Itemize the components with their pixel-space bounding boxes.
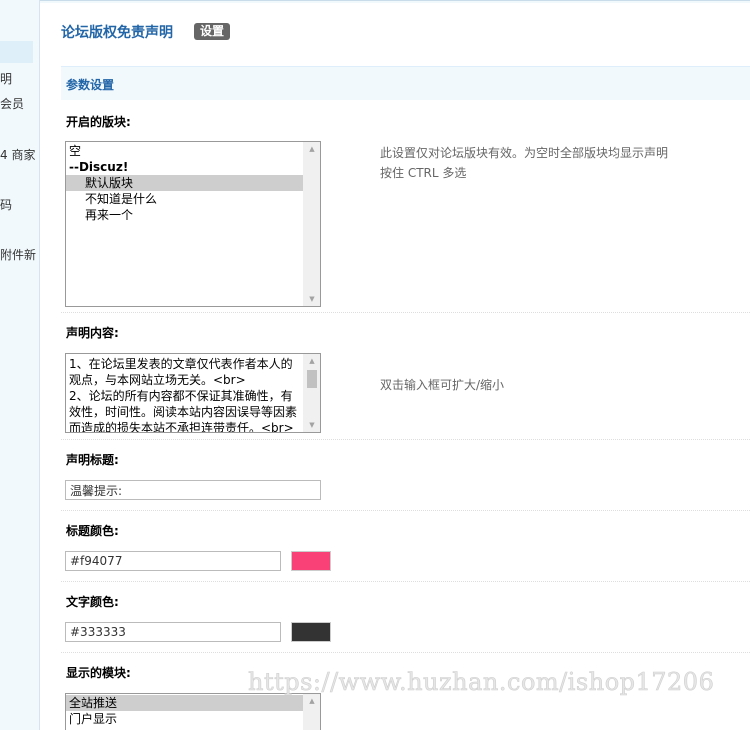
section-header: 参数设置 bbox=[61, 66, 750, 100]
scroll-down-icon[interactable]: ▼ bbox=[304, 292, 320, 306]
scroll-up-icon[interactable]: ▲ bbox=[304, 142, 320, 156]
content-text: 1、在论坛里发表的文章仅代表作者本人的观点，与本网站立场无关。<br> 2、论坛… bbox=[69, 357, 298, 433]
row-divider bbox=[61, 439, 750, 440]
forum-option[interactable]: --Discuz! bbox=[66, 159, 303, 175]
row-divider bbox=[61, 510, 750, 511]
text-color-swatch[interactable] bbox=[291, 622, 331, 642]
section-title: 参数设置 bbox=[66, 78, 115, 92]
sidebar-item-5[interactable]: 附件新 bbox=[0, 246, 40, 263]
forums-scrollbar[interactable]: ▲ ▼ bbox=[303, 142, 320, 306]
sidebar-active-highlight bbox=[0, 41, 33, 63]
forums-hint-line2: 按住 CTRL 多选 bbox=[380, 166, 467, 180]
sidebar-item-2[interactable]: 会员 bbox=[0, 95, 40, 112]
title-input[interactable] bbox=[65, 480, 321, 500]
top-border bbox=[40, 0, 750, 3]
forum-option[interactable]: 空 bbox=[66, 143, 303, 159]
content-scrollbar[interactable]: ▲ ▼ bbox=[303, 354, 320, 432]
row-divider bbox=[61, 581, 750, 582]
modules-select[interactable]: 全站推送 门户显示 ▲ bbox=[65, 693, 321, 730]
scroll-down-icon[interactable]: ▼ bbox=[304, 418, 320, 432]
text-color-label: 文字颜色: bbox=[66, 595, 119, 609]
forums-label: 开启的版块: bbox=[66, 115, 131, 129]
sidebar-item-3[interactable]: 4 商家 bbox=[0, 146, 40, 163]
forum-option[interactable]: 默认版块 bbox=[66, 175, 303, 191]
watermark: https://www.huzhan.com/ishop17206 bbox=[248, 668, 715, 697]
title-color-input[interactable] bbox=[65, 551, 281, 571]
text-color-input[interactable] bbox=[65, 622, 281, 642]
forum-option[interactable]: 再来一个 bbox=[66, 207, 303, 223]
content-label: 声明内容: bbox=[66, 326, 119, 340]
sidebar: 明 会员 4 商家 码 附件新 bbox=[0, 0, 40, 730]
forum-option[interactable]: 不知道是什么 bbox=[66, 191, 303, 207]
forums-hint: 此设置仅对论坛版块有效。为空时全部版块均显示声明 按住 CTRL 多选 bbox=[380, 143, 668, 183]
scroll-thumb[interactable] bbox=[307, 370, 317, 388]
modules-scrollbar[interactable]: ▲ bbox=[303, 694, 320, 730]
forums-hint-line1: 此设置仅对论坛版块有效。为空时全部版块均显示声明 bbox=[380, 146, 669, 160]
module-option[interactable]: 全站推送 bbox=[66, 695, 303, 711]
title-color-swatch[interactable] bbox=[291, 551, 331, 571]
scroll-up-icon[interactable]: ▲ bbox=[304, 354, 320, 368]
sidebar-item-4[interactable]: 码 bbox=[0, 196, 40, 213]
title-color-label: 标题颜色: bbox=[66, 524, 119, 538]
modules-label: 显示的模块: bbox=[66, 666, 131, 680]
row-divider bbox=[61, 652, 750, 653]
row-divider bbox=[61, 312, 750, 313]
settings-badge[interactable]: 设置 bbox=[194, 23, 231, 40]
content-textarea[interactable]: 1、在论坛里发表的文章仅代表作者本人的观点，与本网站立场无关。<br> 2、论坛… bbox=[65, 353, 321, 433]
module-option[interactable]: 门户显示 bbox=[66, 711, 303, 727]
sidebar-item-1[interactable]: 明 bbox=[0, 70, 40, 87]
title-label: 声明标题: bbox=[66, 453, 119, 467]
forums-select[interactable]: 空 --Discuz! 默认版块 不知道是什么 再来一个 ▲ ▼ bbox=[65, 141, 321, 307]
content-hint: 双击输入框可扩大/缩小 bbox=[380, 378, 505, 392]
page-title: 论坛版权免责声明 bbox=[61, 25, 173, 41]
scroll-up-icon[interactable]: ▲ bbox=[304, 694, 320, 708]
